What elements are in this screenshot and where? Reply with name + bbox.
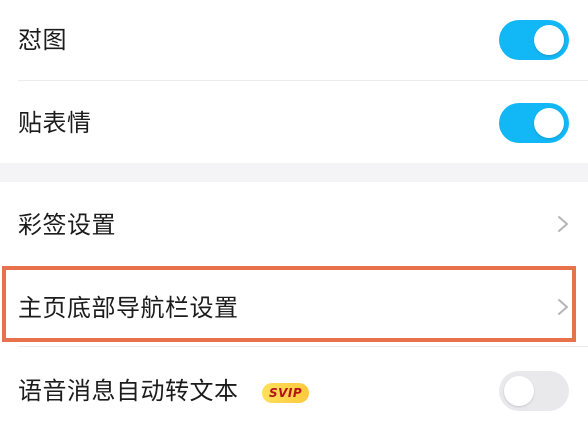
setting-label-voice-to-text: 语音消息自动转文本: [18, 377, 239, 405]
chevron-right-icon: [558, 216, 568, 232]
settings-row-duitu: 怼图: [0, 0, 588, 80]
settings-row-tie-biaoqing: 贴表情: [0, 81, 588, 163]
setting-label-tie-biaoqing: 贴表情: [18, 109, 92, 137]
setting-label-duitu: 怼图: [18, 26, 67, 54]
settings-row-homepage-bottom-nav[interactable]: 主页底部导航栏设置: [0, 270, 588, 342]
settings-row-caiqian[interactable]: 彩签设置: [0, 182, 588, 266]
chevron-right-icon: [558, 299, 568, 315]
duitu-toggle[interactable]: [499, 20, 569, 60]
voice-to-text-toggle[interactable]: [499, 371, 569, 411]
toggle-knob: [534, 108, 564, 138]
toggle-knob: [534, 25, 564, 55]
section-separator: [0, 163, 588, 182]
svip-badge: SVIP: [262, 383, 310, 403]
tie-biaoqing-toggle[interactable]: [499, 103, 569, 143]
toggle-knob: [504, 376, 534, 406]
setting-label-homepage-bottom-nav: 主页底部导航栏设置: [18, 294, 239, 322]
setting-label-caiqian: 彩签设置: [18, 211, 116, 239]
